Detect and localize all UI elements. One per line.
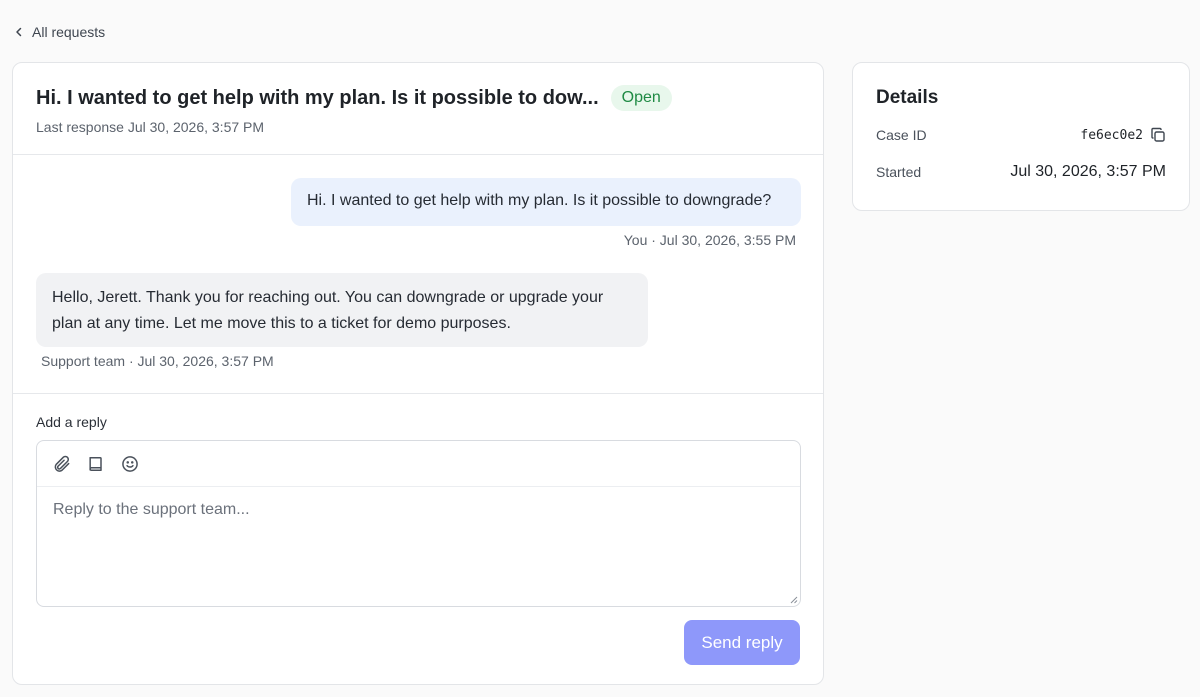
back-link[interactable]: All requests — [14, 24, 105, 40]
case-id-row: Case ID fe6ec0e2 — [876, 123, 1166, 147]
ticket-title: Hi. I wanted to get help with my plan. I… — [36, 86, 599, 109]
copy-icon[interactable] — [1150, 127, 1166, 143]
ticket-card: Hi. I wanted to get help with my plan. I… — [12, 62, 824, 685]
attach-button[interactable] — [52, 454, 72, 474]
paperclip-icon — [54, 455, 70, 472]
user-message-meta: You · Jul 30, 2026, 3:55 PM — [623, 232, 796, 248]
editor-toolbar — [37, 441, 800, 487]
ticket-header: Hi. I wanted to get help with my plan. I… — [13, 63, 823, 155]
emoji-button[interactable] — [120, 454, 140, 474]
status-badge: Open — [610, 85, 672, 111]
started-label: Started — [876, 164, 922, 180]
details-title: Details — [876, 87, 939, 108]
back-link-label: All requests — [32, 24, 106, 40]
support-message-meta: Support team · Jul 30, 2026, 3:57 PM — [41, 353, 274, 369]
support-message-bubble: Hello, Jerett. Thank you for reaching ou… — [36, 273, 648, 347]
resize-handle-icon[interactable] — [788, 594, 798, 604]
reply-editor — [36, 440, 801, 607]
case-id-value: fe6ec0e2 — [1080, 127, 1143, 143]
send-reply-button[interactable]: Send reply — [684, 620, 800, 665]
reply-section: Add a reply Reply to the support team...… — [13, 394, 823, 684]
book-icon — [89, 456, 102, 471]
started-value: Jul 30, 2026, 3:57 PM — [1010, 163, 1166, 180]
last-response: Last response Jul 30, 2026, 3:57 PM — [36, 119, 265, 135]
started-row: Started Jul 30, 2026, 3:57 PM — [876, 160, 1166, 184]
reply-input[interactable] — [37, 487, 800, 605]
case-id-label: Case ID — [876, 127, 927, 143]
message-thread: Hi. I wanted to get help with my plan. I… — [13, 155, 823, 394]
smiley-icon — [122, 455, 138, 472]
user-message-bubble: Hi. I wanted to get help with my plan. I… — [291, 178, 801, 226]
knowledge-base-button[interactable] — [86, 454, 106, 474]
details-card: Details Case ID fe6ec0e2 Started Jul 30,… — [852, 62, 1190, 211]
chevron-left-icon — [16, 27, 22, 37]
reply-label: Add a reply — [36, 414, 107, 430]
